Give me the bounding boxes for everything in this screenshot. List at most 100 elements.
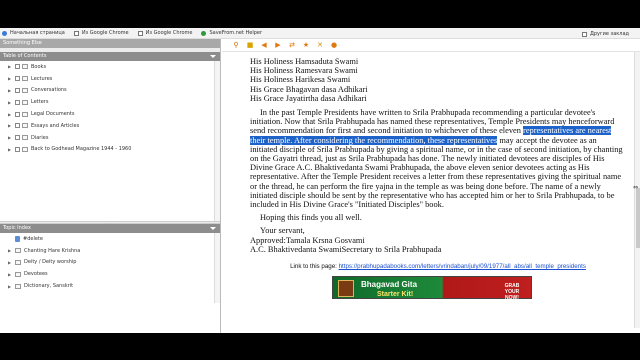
checkbox[interactable]: [15, 111, 20, 117]
search-icon[interactable]: ⚲: [232, 41, 240, 49]
collapse-icon[interactable]: [210, 55, 216, 58]
topic-item-devotees[interactable]: ▶ Devotees: [0, 268, 220, 280]
folder-icon: [137, 30, 143, 36]
book-icon: [15, 248, 21, 254]
toc-item-conversations[interactable]: ▶ Conversations: [0, 85, 220, 97]
back-arrow-icon[interactable]: ◀: [260, 41, 268, 49]
tools-icon[interactable]: ✕: [316, 41, 324, 49]
expand-arrow-icon[interactable]: ▶: [8, 76, 12, 81]
paragraph-text: may accept the devotee as an initiated d…: [250, 135, 623, 210]
other-bookmarks[interactable]: Другие заклад: [581, 31, 629, 37]
book-icon: [15, 271, 21, 277]
signer: His Grace Jayatirtha dasa Adhikari: [250, 93, 367, 103]
comment-icon[interactable]: ●: [330, 41, 338, 49]
bookmark-label: Начальная страница: [10, 30, 65, 36]
topic-tree: #delete ▶ Chanting Hare Krishna ▶ Deity / …: [0, 233, 220, 303]
signer: His Grace Bhagavan dasa Adhikari: [250, 84, 368, 94]
toc-item-label: Books: [31, 63, 47, 70]
toc-item-btg[interactable]: ▶ Back to Godhead Magazine 1944 - 1960: [0, 144, 220, 156]
collapse-icon[interactable]: [210, 227, 216, 230]
book-icon: [22, 64, 28, 70]
checkbox[interactable]: [15, 135, 20, 141]
topic-item-label: Dictionary, Sanskrit: [24, 283, 74, 290]
sync-icon[interactable]: ⇄: [288, 41, 296, 49]
topic-item-delete[interactable]: #delete: [0, 233, 220, 245]
toc-item-label: Conversations: [31, 87, 67, 94]
other-bookmarks-label: Другие заклад: [589, 31, 629, 37]
book-icon: [22, 135, 28, 141]
checkbox[interactable]: [15, 76, 20, 82]
toc-item-books[interactable]: ▶ Books: [0, 61, 220, 73]
scrollbar-thumb[interactable]: [636, 188, 640, 248]
bookmark-home[interactable]: Начальная страница: [2, 30, 65, 36]
star-icon[interactable]: ★: [302, 41, 310, 49]
signer: His Holiness Harikesa Swami: [250, 75, 351, 85]
forward-arrow-icon[interactable]: ▶: [274, 41, 282, 49]
toc-scrollbar[interactable]: [214, 61, 220, 221]
topic-item-chanting[interactable]: ▶ Chanting Hare Krishna: [0, 245, 220, 257]
toc-item-essays[interactable]: ▶ Essays and Articles: [0, 120, 220, 132]
toc-item-label: Legal Documents: [31, 111, 75, 118]
lock-icon[interactable]: ■: [246, 41, 254, 49]
toc-item-legal[interactable]: ▶ Legal Documents: [0, 108, 220, 120]
expand-arrow-icon[interactable]: ▶: [8, 135, 12, 140]
expand-arrow-icon[interactable]: ▶: [8, 272, 12, 277]
expand-arrow-icon[interactable]: ▶: [8, 147, 12, 152]
app-window: Начальная страница Из Google Chrome Из G…: [0, 28, 640, 333]
expand-arrow-icon[interactable]: ▶: [8, 112, 12, 117]
toc-header[interactable]: Table of Contents: [0, 52, 220, 61]
expand-arrow-icon[interactable]: ▶: [8, 260, 12, 265]
toc-item-letters[interactable]: ▶ Letters: [0, 96, 220, 108]
promo-banner[interactable]: Bhagavad Gita Starter Kit! GRAB YOUR NOW…: [332, 276, 532, 301]
topic-item-label: Devotees: [24, 271, 48, 278]
banner-cta[interactable]: GRAB YOUR NOW!: [499, 283, 525, 301]
toc-item-label: Lectures: [31, 75, 53, 82]
book-icon: [15, 259, 21, 265]
left-panel: Something Else Table of Contents ▶ Books …: [0, 39, 221, 333]
book-icon: [22, 99, 28, 105]
banner-subtitle: Starter Kit!: [377, 291, 414, 299]
bookmark-label: SaveFrom.net Helper: [209, 30, 263, 36]
folder-icon: [73, 30, 79, 36]
expand-arrow-icon[interactable]: ▶: [8, 123, 12, 128]
bookmark-folder-1[interactable]: Из Google Chrome: [73, 30, 129, 36]
something-else-header[interactable]: Something Else: [0, 39, 220, 48]
book-icon: [22, 111, 28, 117]
expand-arrow-icon[interactable]: ▶: [8, 284, 12, 289]
bookmark-label: Из Google Chrome: [145, 30, 193, 36]
something-else-label: Something Else: [3, 40, 42, 46]
toc-item-label: Back to Godhead Magazine 1944 - 1960: [31, 146, 132, 153]
letter-content: His Holiness Hamsaduta Swami His Holines…: [222, 52, 634, 328]
topic-item-deity[interactable]: ▶ Deity / Deity worship: [0, 257, 220, 269]
expand-arrow-icon[interactable]: ▶: [8, 248, 12, 253]
topic-index-header[interactable]: Topic Index: [0, 224, 220, 233]
checkbox[interactable]: [15, 87, 20, 93]
expand-arrow-icon[interactable]: ▶: [8, 88, 12, 93]
signer: His Holiness Ramesvara Swami: [250, 66, 358, 76]
savefrom-icon: [201, 30, 207, 36]
toc-item-lectures[interactable]: ▶ Lectures: [0, 73, 220, 85]
bookmark-savefrom[interactable]: SaveFrom.net Helper: [201, 30, 262, 36]
expand-arrow-icon[interactable]: ▶: [8, 100, 12, 105]
expand-arrow-icon[interactable]: ▶: [8, 64, 12, 69]
approved-line: Approved:Tamala Krsna Gosvami: [250, 235, 365, 245]
checkbox[interactable]: [15, 123, 20, 129]
page-link[interactable]: https://prabhupadabooks.com/letters/vrin…: [339, 263, 586, 270]
page-icon: [15, 235, 20, 242]
checkbox[interactable]: [15, 99, 20, 105]
bookmark-folder-2[interactable]: Из Google Chrome: [137, 30, 193, 36]
toc-title: Table of Contents: [3, 53, 47, 59]
topic-scrollbar[interactable]: [214, 233, 220, 303]
checkbox[interactable]: [15, 146, 20, 152]
book-icon: [22, 146, 28, 152]
toc-item-label: Essays and Articles: [31, 122, 80, 129]
folder-icon: [581, 31, 587, 37]
topic-item-dictionary[interactable]: ▶ Dictionary, Sanskrit: [0, 280, 220, 292]
link-label: Link to this page:: [290, 263, 337, 271]
banner-title: Bhagavad Gita: [361, 280, 418, 290]
toc-item-diaries[interactable]: ▶ Diaries: [0, 132, 220, 144]
closing-line: Your servant,: [260, 226, 305, 236]
toc-tree: ▶ Books ▶ Lectures ▶ Conversations ▶ Letters…: [0, 61, 220, 221]
checkbox[interactable]: [15, 64, 20, 70]
topic-item-label: #delete: [23, 235, 43, 242]
